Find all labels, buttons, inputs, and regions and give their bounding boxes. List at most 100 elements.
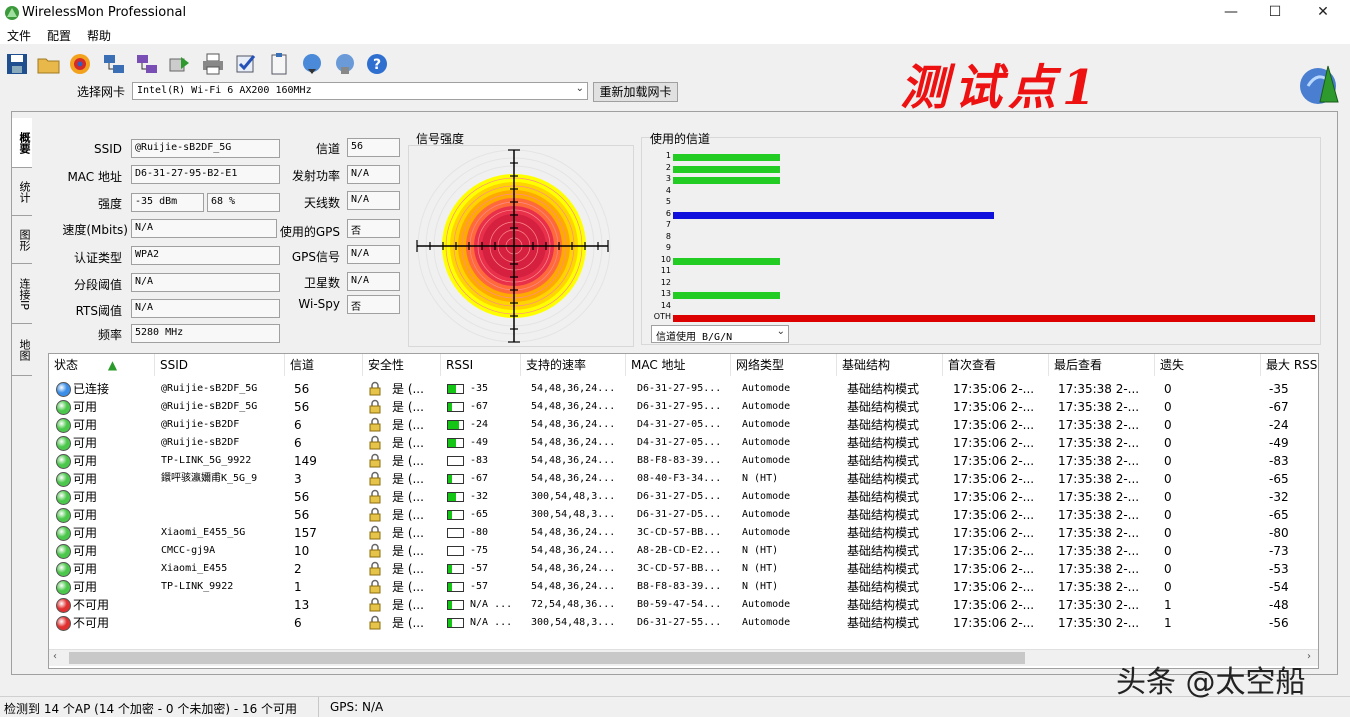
channel-tick-label: 12: [660, 277, 671, 287]
signal-bar-icon: [447, 402, 464, 412]
column-header-label: 最大 RSSI: [1266, 358, 1319, 372]
table-row[interactable]: 可用 @Ruijie-sB2DF 6 54,48,36,24... D4-31-27-0…: [49, 434, 1318, 452]
first-cell: 17:35:06 2-...: [953, 526, 1035, 540]
table-row[interactable]: 可用 Xiaomi_E455 2 54,48,36,24... 3C-CD-57-BB.…: [49, 560, 1318, 578]
globe-download-icon[interactable]: [299, 51, 325, 77]
chevron-down-icon: ⌄: [575, 83, 584, 94]
menu-config[interactable]: 配置: [47, 27, 71, 44]
column-header[interactable]: 安全性: [363, 354, 441, 376]
ssid-cell: CMCC-gj9A: [161, 545, 216, 556]
wispy-field: 否: [347, 295, 400, 314]
column-header[interactable]: 状态 ▲: [49, 354, 155, 376]
max-cell: -53: [1269, 562, 1289, 576]
table-row[interactable]: 不可用 6 300,54,48,3... D6-31-27-55... Automode…: [49, 614, 1318, 632]
tab-map[interactable]: 地图: [12, 324, 32, 376]
net-cell: N (HT): [742, 563, 779, 574]
print-icon[interactable]: [200, 51, 226, 77]
window-title: WirelessMon Professional: [22, 5, 187, 20]
channel-mode-select[interactable]: 信道使用 B/G/N ⌄: [651, 325, 789, 343]
lock-icon: [369, 543, 381, 558]
channel-bar: [673, 165, 780, 173]
scroll-left-icon[interactable]: ‹: [53, 651, 57, 662]
table-row[interactable]: 可用 56 300,54,48,3... D6-31-27-D5... Automode…: [49, 488, 1318, 506]
max-cell: -73: [1269, 544, 1289, 558]
table-row[interactable]: 已连接 @Ruijie-sB2DF_5G 56 54,48,36,24... D6-31…: [49, 380, 1318, 398]
signal-bar-icon: [447, 528, 464, 538]
check-icon[interactable]: [233, 51, 259, 77]
rts-threshold-label: RTS阈值: [75, 304, 122, 318]
mac-label: MAC 地址: [67, 170, 122, 184]
column-header[interactable]: 最大 RSSI: [1261, 354, 1319, 376]
scrollbar-thumb[interactable]: [69, 652, 1025, 664]
channel-bar: [673, 315, 1315, 322]
satellites-field: N/A: [347, 272, 400, 291]
tab-summary[interactable]: 概要: [12, 118, 32, 168]
tab-ip-connections[interactable]: 连接IP: [12, 264, 32, 324]
globe-info-icon[interactable]: [332, 51, 358, 77]
tab-graph[interactable]: 图形: [12, 216, 32, 264]
table-row[interactable]: 可用 @Ruijie-sB2DF_5G 56 54,48,36,24... D6-31-…: [49, 398, 1318, 416]
lost-cell: 0: [1164, 382, 1172, 396]
ssid-cell: Xiaomi_E455_5G: [161, 527, 246, 538]
table-row[interactable]: 可用 @Ruijie-sB2DF 6 54,48,36,24... D4-31-27-0…: [49, 416, 1318, 434]
column-header[interactable]: 信道: [285, 354, 363, 376]
adapter-select[interactable]: Intel(R) Wi-Fi 6 AX200 160MHz ⌄: [132, 82, 588, 100]
help-icon[interactable]: ?: [364, 51, 390, 77]
lock-icon: [369, 615, 381, 630]
channel-mode-value: 信道使用 B/G/N: [656, 332, 733, 343]
infra-cell: 基础结构模式: [847, 436, 920, 450]
scroll-right-icon[interactable]: ›: [1307, 651, 1311, 662]
minimize-button[interactable]: —: [1208, 0, 1254, 26]
ssid-field: @Ruijie-sB2DF_5G: [131, 139, 280, 158]
network-monitor-icon[interactable]: [134, 51, 160, 77]
max-cell: -32: [1269, 490, 1289, 504]
net-cell: Automode: [742, 491, 791, 502]
menu-file[interactable]: 文件: [7, 27, 31, 44]
rssi-cell: -67: [470, 473, 489, 484]
net-cell: Automode: [742, 509, 791, 520]
lock-icon: [369, 399, 381, 414]
first-cell: 17:35:06 2-...: [953, 472, 1035, 486]
table-row[interactable]: 可用 Xiaomi_E455_5G 157 54,48,36,24... 3C-CD-5…: [49, 524, 1318, 542]
column-header[interactable]: MAC 地址: [626, 354, 731, 376]
tab-statistics[interactable]: 统计: [12, 168, 32, 216]
folder-open-icon[interactable]: [36, 51, 62, 77]
first-cell: 17:35:06 2-...: [953, 562, 1035, 576]
frag-threshold-field: N/A: [131, 273, 280, 292]
column-header[interactable]: 支持的速率: [521, 354, 626, 376]
reload-adapter-button[interactable]: 重新加载网卡: [593, 82, 678, 102]
mac-cell: B8-F8-83-39...: [637, 581, 722, 592]
close-button[interactable]: ✕: [1300, 0, 1346, 26]
column-header-label: 基础结构: [842, 358, 891, 372]
column-header-label: SSID: [160, 358, 189, 372]
table-row[interactable]: 可用 TP-LINK_9922 1 54,48,36,24... B8-F8-83-39…: [49, 578, 1318, 596]
column-header[interactable]: 网络类型: [731, 354, 837, 376]
status-cell: 可用: [73, 544, 98, 558]
column-header[interactable]: 基础结构: [837, 354, 943, 376]
column-header[interactable]: 首次查看: [943, 354, 1049, 376]
table-row[interactable]: 可用 CMCC-gj9A 10 54,48,36,24... A8-2B-CD-E2..…: [49, 542, 1318, 560]
rates-cell: 54,48,36,24...: [531, 545, 616, 556]
mac-cell: D6-31-27-55...: [637, 617, 722, 628]
maximize-button[interactable]: ☐: [1252, 0, 1298, 26]
export-icon[interactable]: [167, 51, 193, 77]
column-header[interactable]: RSSI: [441, 354, 521, 376]
txpower-label: 发射功率: [291, 169, 340, 183]
column-header[interactable]: SSID: [155, 354, 285, 376]
table-row[interactable]: 可用 56 300,54,48,3... D6-31-27-D5... Automode…: [49, 506, 1318, 524]
save-icon[interactable]: [4, 51, 30, 77]
security-cell: 是 (...: [392, 508, 424, 522]
lost-cell: 0: [1164, 436, 1172, 450]
column-header[interactable]: 最后查看: [1049, 354, 1155, 376]
target-icon[interactable]: [67, 51, 93, 77]
menu-help[interactable]: 帮助: [87, 27, 111, 44]
table-row[interactable]: 可用 鐶呯骇瀛嬭甫K_5G_9 3 54,48,36,24... 08-40-F3-34…: [49, 470, 1318, 488]
clipboard-icon[interactable]: [266, 51, 292, 77]
table-row[interactable]: 不可用 13 72,54,48,36... B0-59-47-54... Automod…: [49, 596, 1318, 614]
column-header[interactable]: 遗失: [1155, 354, 1261, 376]
column-header-label: MAC 地址: [631, 358, 686, 372]
last-cell: 17:35:38 2-...: [1058, 490, 1140, 504]
security-cell: 是 (...: [392, 526, 424, 540]
table-row[interactable]: 可用 TP-LINK_5G_9922 149 54,48,36,24... B8-F8-…: [49, 452, 1318, 470]
network-icon[interactable]: [101, 51, 127, 77]
